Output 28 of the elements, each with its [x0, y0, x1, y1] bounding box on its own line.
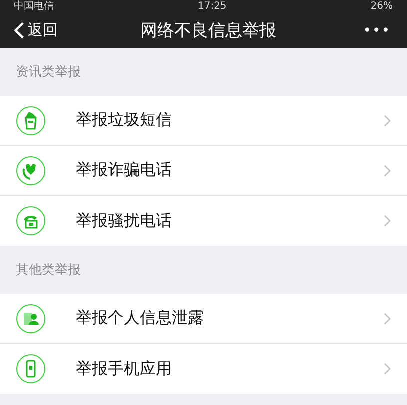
carrier-name: 中国电信 — [14, 0, 54, 12]
section-title: 资讯类举报 — [16, 64, 81, 81]
chevron-icon — [384, 312, 391, 324]
report-item[interactable]: 举报垃圾短信 — [0, 96, 407, 146]
report-item[interactable]: 举报个人信息泄露 — [0, 294, 407, 344]
chevron-icon — [384, 114, 391, 126]
bin-icon — [16, 106, 46, 136]
item-label: 举报垃圾短信 — [76, 110, 173, 131]
back-button[interactable]: 返回 — [14, 21, 58, 40]
report-item[interactable]: 举报诈骗电话 — [0, 146, 407, 196]
back-chevron-icon — [14, 21, 25, 40]
item-label: 举报手机应用 — [76, 358, 173, 380]
telephone-icon — [16, 206, 46, 236]
chevron-icon — [384, 164, 391, 176]
item-label: 举报诈骗电话 — [76, 160, 173, 181]
battery-percent: 26% — [370, 0, 393, 12]
id-card-icon — [16, 304, 46, 334]
report-item[interactable]: 举报骚扰电话 — [0, 196, 407, 246]
report-item[interactable]: 举报手机应用 — [0, 344, 407, 394]
chevron-icon — [384, 215, 391, 227]
section-title: 其他类举报 — [16, 262, 81, 279]
mobile-phone-icon — [16, 354, 46, 384]
page-title: 网络不良信息举报 — [140, 20, 277, 42]
status-time: 17:25 — [198, 0, 227, 12]
item-label: 举报骚扰电话 — [76, 210, 173, 232]
chevron-icon — [384, 363, 391, 375]
item-label: 举报个人信息泄露 — [76, 308, 205, 329]
more-button[interactable]: ••• — [359, 22, 395, 38]
